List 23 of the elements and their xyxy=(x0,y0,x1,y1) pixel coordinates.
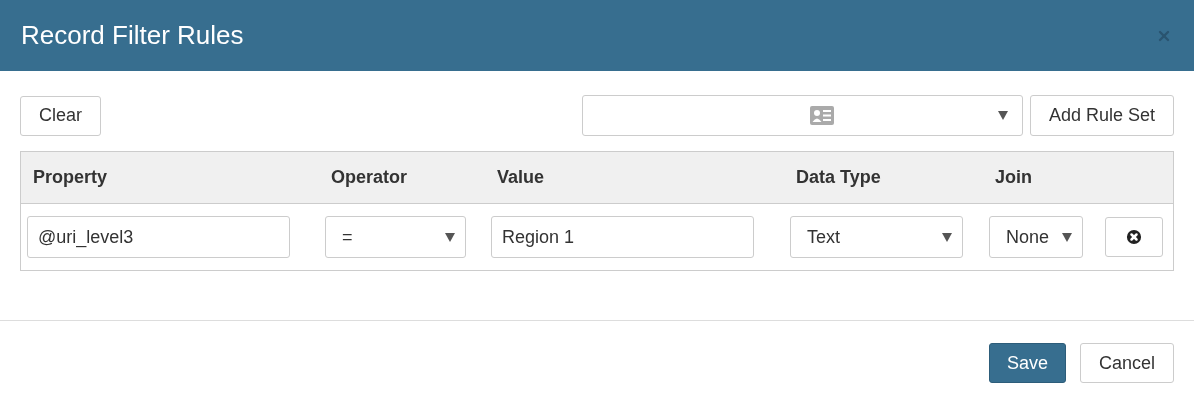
id-card-icon xyxy=(810,106,835,125)
caret-icon xyxy=(445,232,455,242)
clear-button[interactable]: Clear xyxy=(20,95,101,136)
cancel-button[interactable]: Cancel xyxy=(1080,343,1174,383)
remove-icon xyxy=(1124,227,1144,247)
save-button[interactable]: Save xyxy=(989,343,1066,383)
caret-icon xyxy=(942,232,952,242)
column-header: Operator xyxy=(330,166,408,189)
column-header: Data Type xyxy=(795,166,881,189)
column-header: Value xyxy=(496,166,545,189)
caret-icon xyxy=(997,111,1008,120)
caret-icon xyxy=(1062,232,1072,242)
property-field[interactable]: @uri_level3 xyxy=(27,216,290,258)
add-rule-set-button[interactable]: Add Rule Set xyxy=(1029,95,1174,136)
rule-set-dropdown[interactable] xyxy=(581,95,1023,136)
data-type-select[interactable]: Text xyxy=(790,216,963,258)
remove-rule-button[interactable] xyxy=(1105,217,1163,257)
operator-select[interactable]: = xyxy=(325,216,466,258)
dialog-title: Record Filter Rules xyxy=(21,19,244,52)
column-header: Join xyxy=(994,166,1032,189)
value-field[interactable]: Region 1 xyxy=(491,216,754,258)
column-header: Property xyxy=(32,166,108,189)
join-select[interactable]: None xyxy=(989,216,1083,258)
